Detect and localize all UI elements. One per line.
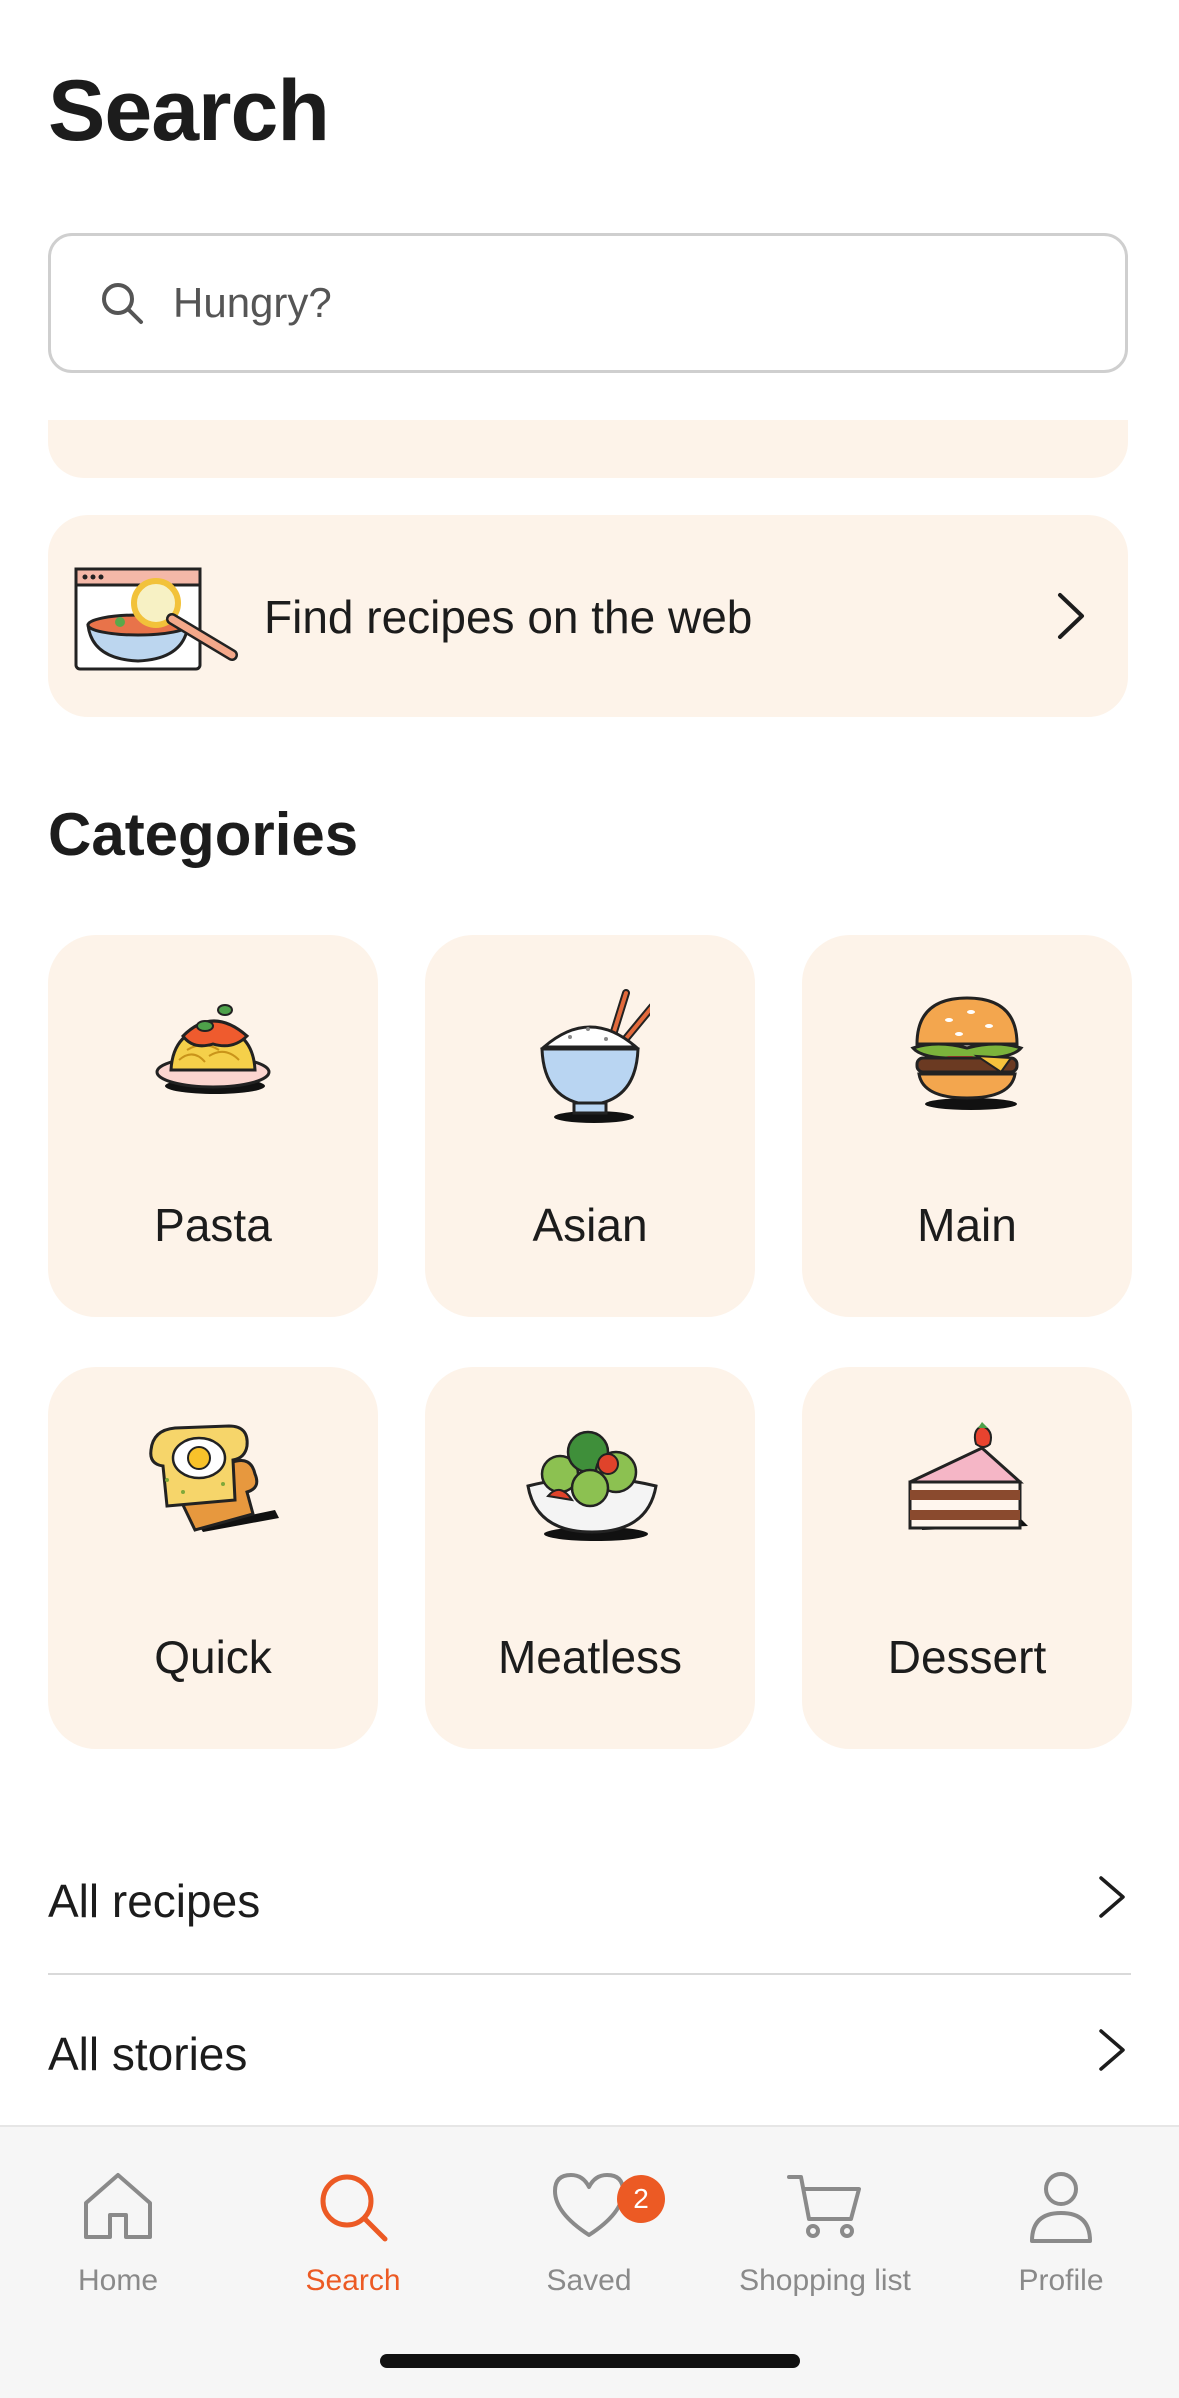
category-tile-main[interactable]: Main bbox=[802, 935, 1132, 1317]
salad-icon bbox=[526, 1430, 658, 1541]
tab-label: Profile bbox=[1018, 2264, 1104, 2297]
category-label: Asian bbox=[532, 1199, 648, 1251]
all-recipes-row[interactable]: All recipes bbox=[48, 1824, 1131, 1974]
tab-label: Search bbox=[305, 2264, 401, 2297]
category-tile-asian[interactable]: Asian bbox=[425, 935, 755, 1317]
saved-count-badge: 2 bbox=[617, 2175, 665, 2223]
burger-icon bbox=[910, 996, 1024, 1110]
web-search-illustration bbox=[74, 567, 238, 671]
cart-icon bbox=[787, 2175, 861, 2238]
all-stories-row[interactable]: All stories bbox=[48, 1977, 1131, 2127]
pasta-icon bbox=[155, 1004, 271, 1094]
category-label: Pasta bbox=[154, 1199, 272, 1251]
find-recipes-web-label: Find recipes on the web bbox=[264, 591, 753, 643]
scrolled-card bbox=[48, 420, 1128, 478]
search-icon bbox=[102, 283, 143, 324]
category-tile-dessert[interactable]: Dessert bbox=[802, 1367, 1132, 1749]
tab-label: Saved bbox=[546, 2264, 632, 2297]
rice-bowl-icon bbox=[539, 989, 650, 1123]
chevron-right-icon bbox=[1058, 593, 1084, 639]
search-field[interactable] bbox=[48, 233, 1128, 373]
category-tile-meatless[interactable]: Meatless bbox=[425, 1367, 755, 1749]
category-tile-pasta[interactable]: Pasta bbox=[48, 935, 378, 1317]
home-indicator bbox=[380, 2354, 800, 2368]
toast-egg-icon bbox=[149, 1424, 279, 1532]
category-label: Main bbox=[917, 1199, 1017, 1251]
chevron-right-icon bbox=[1099, 2029, 1125, 2071]
tab-saved[interactable]: 2 Saved bbox=[471, 2147, 707, 2297]
tab-profile[interactable]: Profile bbox=[943, 2147, 1179, 2297]
tab-search[interactable]: Search bbox=[235, 2147, 471, 2297]
category-label: Meatless bbox=[497, 1631, 683, 1683]
chevron-right-icon bbox=[1099, 1876, 1125, 1918]
find-recipes-web-card[interactable]: Find recipes on the web bbox=[48, 515, 1128, 717]
cake-icon bbox=[908, 1422, 1028, 1530]
tab-shopping-list[interactable]: Shopping list bbox=[707, 2147, 943, 2297]
category-label: Dessert bbox=[887, 1631, 1047, 1683]
search-icon bbox=[320, 2174, 388, 2242]
category-tile-quick[interactable]: Quick bbox=[48, 1367, 378, 1749]
home-icon bbox=[84, 2173, 152, 2239]
page-title: Search bbox=[48, 63, 330, 159]
search-input[interactable] bbox=[171, 278, 975, 328]
all-recipes-label: All recipes bbox=[48, 1875, 261, 1927]
tab-label: Shopping list bbox=[739, 2264, 911, 2297]
tab-home[interactable]: Home bbox=[0, 2147, 236, 2297]
divider bbox=[48, 1973, 1131, 1975]
tab-label: Home bbox=[77, 2264, 159, 2297]
category-label: Quick bbox=[154, 1631, 272, 1683]
person-icon bbox=[1030, 2172, 1092, 2243]
all-stories-label: All stories bbox=[48, 2028, 248, 2080]
categories-title: Categories bbox=[48, 801, 359, 868]
